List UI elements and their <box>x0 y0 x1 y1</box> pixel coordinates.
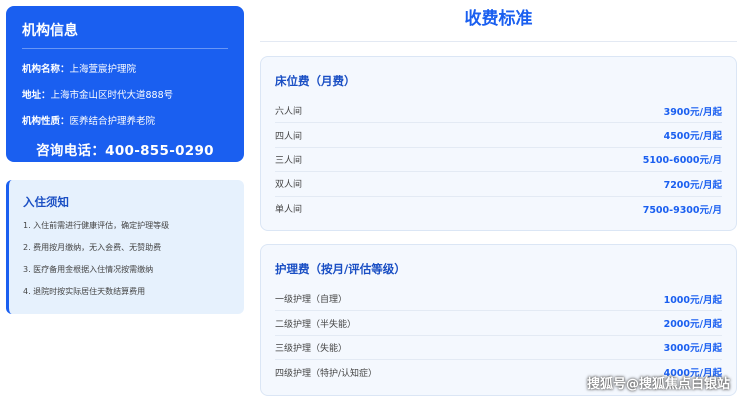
fee-row: 一级护理（自理） 1000元/月起 <box>275 287 722 312</box>
address-value: 上海市金山区时代大道888号 <box>50 90 174 101</box>
page-title: 收费标准 <box>464 9 533 29</box>
fee-row-name: 三级护理（失能） <box>275 343 348 354</box>
fee-header: 收费标准 <box>260 6 737 42</box>
fee-row: 四人间 4500元/月起 <box>275 123 722 148</box>
fee-row-price: 1000元/月起 <box>663 294 722 306</box>
watermark: 搜狐号@搜狐焦点白银站 <box>586 377 730 392</box>
fee-row-price: 2000元/月起 <box>663 319 722 331</box>
fee-row-name: 六人间 <box>275 107 303 118</box>
fee-row-name: 单人间 <box>275 205 303 216</box>
consult-phone[interactable]: 咨询电话：400-855-0290 <box>22 139 228 159</box>
fee-row-name: 二级护理（半失能） <box>275 319 357 330</box>
institution-name-row: 机构名称：上海萱宸护理院 <box>22 61 228 75</box>
care-fee-title: 护理费（按月/评估等级） <box>275 262 406 276</box>
fee-row-name: 四人间 <box>275 131 303 142</box>
fee-row-price: 3000元/月起 <box>663 343 722 355</box>
fee-row: 双人间 7200元/月起 <box>275 172 722 197</box>
admission-notice-card: 入住须知 1. 入住前需进行健康评估，确定护理等级 2. 费用按月缴纳，无入会费… <box>6 180 244 314</box>
institution-type-row: 机构性质：医养结合护理养老院 <box>22 113 228 127</box>
institution-name-value: 上海萱宸护理院 <box>69 64 137 75</box>
institution-name-label: 机构名称： <box>22 64 70 75</box>
fee-row: 六人间 3900元/月起 <box>275 99 722 124</box>
info-title: 机构信息 <box>22 20 228 49</box>
notice-item: 2. 费用按月缴纳，无入会费、无赞助费 <box>23 243 162 252</box>
bed-fee-card: 床位费（月费） 六人间 3900元/月起 四人间 4500元/月起 三人间 51… <box>260 56 737 231</box>
institution-type-label: 机构性质： <box>22 116 70 127</box>
fee-row: 二级护理（半失能） 2000元/月起 <box>275 311 722 336</box>
fee-row-price: 4500元/月起 <box>663 131 722 143</box>
fee-row: 三人间 5100-6000元/月 <box>275 148 722 173</box>
institution-info-card: 机构信息 机构名称：上海萱宸护理院 地址：上海市金山区时代大道888号 机构性质… <box>6 6 244 162</box>
fee-row-price: 7500-9300元/月 <box>642 204 722 216</box>
notice-item: 4. 退院时按实际居住天数结算费用 <box>23 287 146 296</box>
fee-row: 单人间 7500-9300元/月 <box>275 197 722 221</box>
fee-row-price: 7200元/月起 <box>663 179 722 191</box>
fee-row-name: 三人间 <box>275 155 303 166</box>
institution-type-value: 医养结合护理养老院 <box>69 116 156 127</box>
fee-row-name: 双人间 <box>275 180 303 191</box>
notice-title: 入住须知 <box>23 195 69 209</box>
bed-fee-title: 床位费（月费） <box>275 74 356 88</box>
notice-item: 3. 医疗备用金根据入住情况按需缴纳 <box>23 265 154 274</box>
address-row: 地址：上海市金山区时代大道888号 <box>22 87 228 101</box>
fee-row-price: 5100-6000元/月 <box>642 155 722 167</box>
fee-row-name: 四级护理（特护/认知症） <box>275 368 378 379</box>
fee-row-price: 3900元/月起 <box>663 106 722 118</box>
notice-item: 1. 入住前需进行健康评估，确定护理等级 <box>23 221 170 230</box>
fee-row-name: 一级护理（自理） <box>275 295 348 306</box>
address-label: 地址： <box>22 90 51 101</box>
fee-row: 三级护理（失能） 3000元/月起 <box>275 336 722 361</box>
